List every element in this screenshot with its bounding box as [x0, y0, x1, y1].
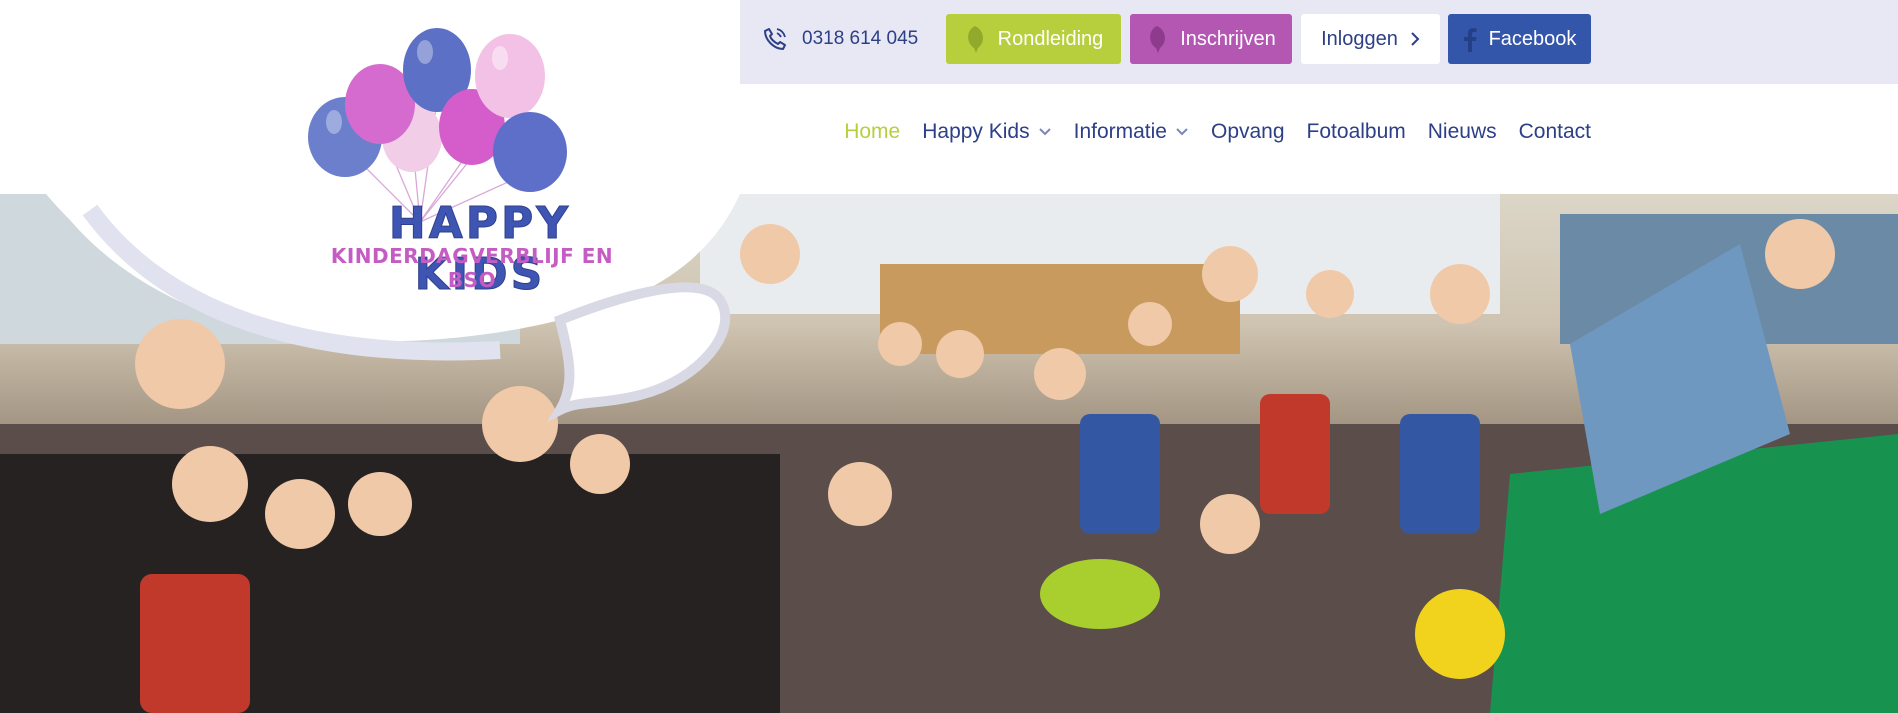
enroll-button[interactable]: Inschrijven [1130, 14, 1292, 64]
main-navigation: Home Happy Kids Informatie Opvang Fotoal… [844, 120, 1591, 144]
enroll-button-label: Inschrijven [1180, 27, 1276, 50]
login-button[interactable]: Inloggen [1301, 14, 1440, 64]
chevron-down-icon [1038, 128, 1051, 136]
leaf-icon [1150, 26, 1166, 53]
hero-photo-scene [0, 194, 1898, 713]
phone-link[interactable]: 0318 614 045 [762, 14, 918, 64]
balloons-logo-icon [308, 28, 567, 223]
nav-item-label: Nieuws [1427, 120, 1497, 143]
tour-button[interactable]: Rondleiding [946, 14, 1121, 64]
logo-subtitle: KINDERDAGVERBLIJF EN BSO [330, 244, 614, 292]
nav-item-opvang[interactable]: Opvang [1211, 120, 1285, 144]
nav-item-label: Informatie [1073, 120, 1167, 143]
login-button-label: Inloggen [1321, 27, 1398, 50]
hero-photo [0, 194, 1898, 713]
tour-button-label: Rondleiding [997, 27, 1104, 50]
nav-item-informatie[interactable]: Informatie [1074, 120, 1189, 144]
facebook-button[interactable]: Facebook [1448, 14, 1591, 64]
nav-item-fotoalbum[interactable]: Fotoalbum [1307, 120, 1406, 144]
phone-number: 0318 614 045 [802, 28, 919, 49]
nav-item-nieuws[interactable]: Nieuws [1428, 120, 1497, 144]
nav-item-label: Happy Kids [922, 120, 1030, 143]
nav-item-home[interactable]: Home [844, 120, 900, 144]
facebook-button-label: Facebook [1488, 27, 1577, 50]
chevron-down-icon [1176, 128, 1188, 136]
nav-item-contact[interactable]: Contact [1519, 120, 1591, 144]
logo[interactable]: HAPPY KIDS KINDERDAGVERBLIJF EN BSO [300, 22, 645, 301]
nav-item-label: Opvang [1210, 120, 1285, 143]
nav-item-label: Home [844, 120, 901, 143]
chevron-right-icon [1411, 32, 1420, 46]
nav-item-happy-kids[interactable]: Happy Kids [922, 120, 1051, 144]
leaf-icon [967, 26, 983, 53]
phone-icon [764, 28, 786, 50]
nav-item-label: Contact [1518, 120, 1591, 143]
nav-item-label: Fotoalbum [1306, 120, 1406, 143]
facebook-icon [1463, 28, 1477, 52]
